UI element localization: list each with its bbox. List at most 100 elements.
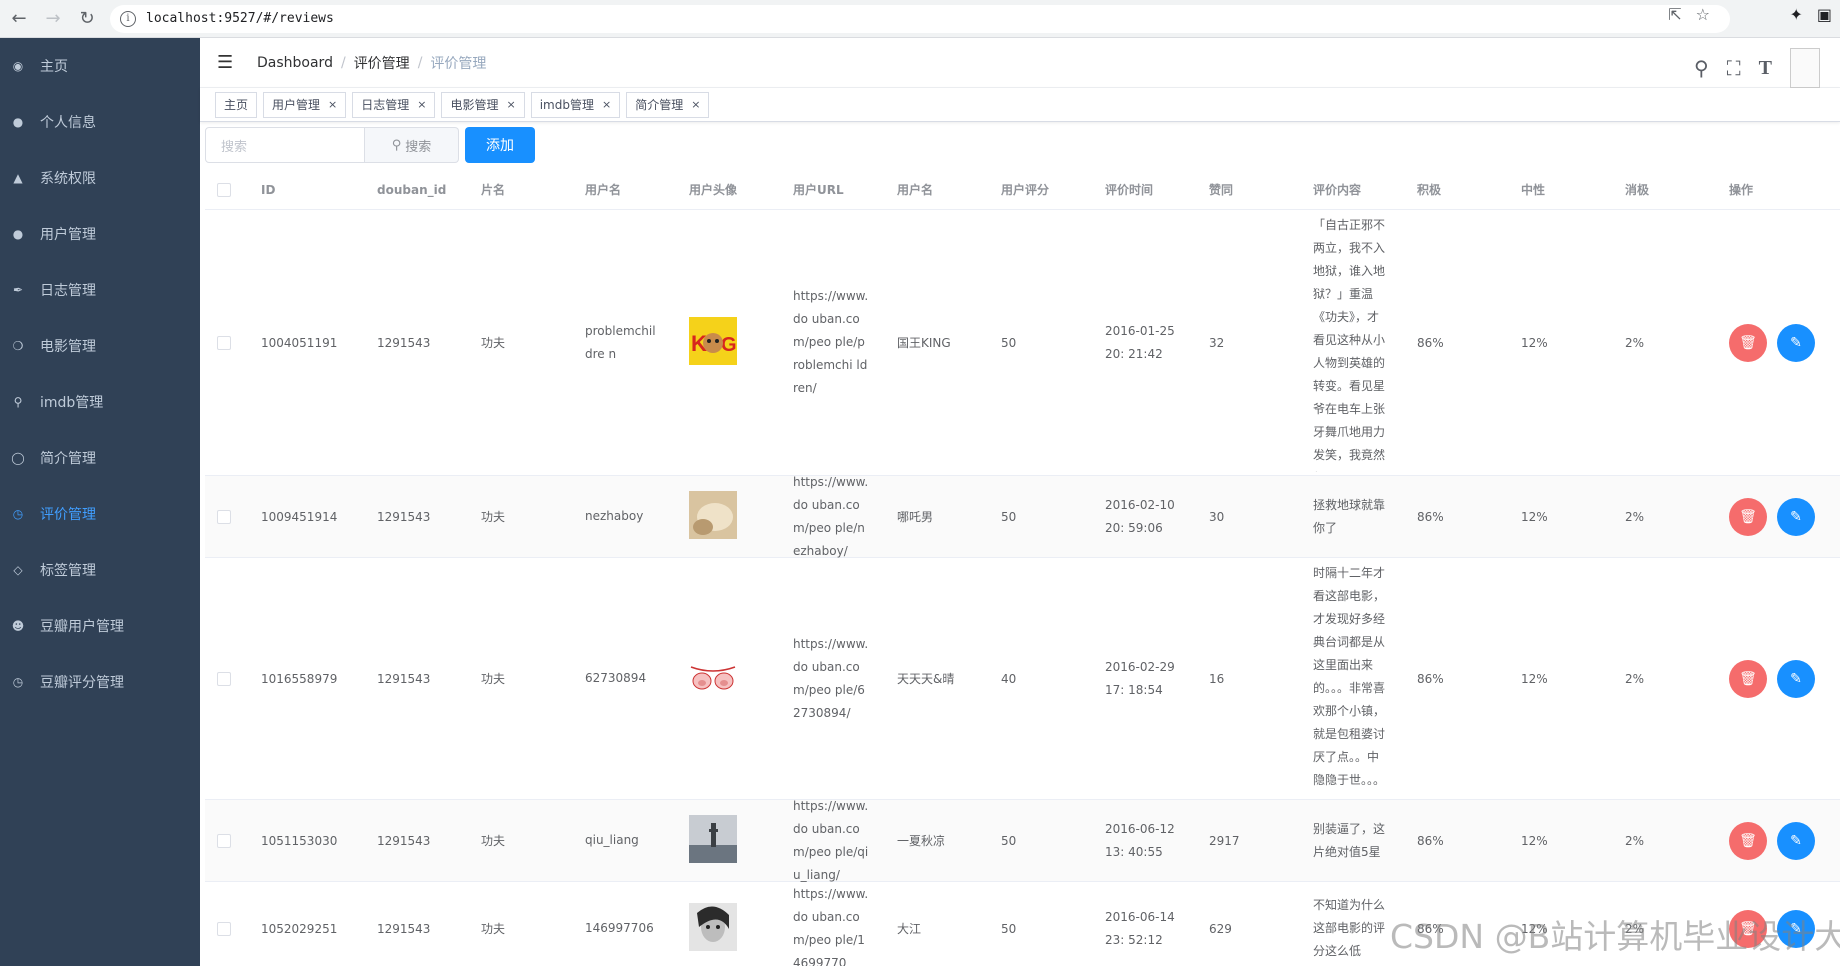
cell-votes: 2917 (1209, 833, 1240, 848)
address-bar[interactable]: i localhost:9527/#/reviews (110, 4, 1730, 33)
table-row[interactable]: 1004051191 1291543 功夫 problemchildre n K G htt… (205, 210, 1840, 476)
column-header: 用户URL (793, 183, 844, 197)
search-icon: ⚲ (391, 137, 402, 153)
edit-button[interactable]: ✎ (1777, 323, 1815, 362)
close-icon[interactable]: × (691, 98, 700, 111)
sidebar-item-label: 豆瓣评分管理 (40, 675, 124, 691)
sidebar-item-7[interactable]: ◯ 简介管理 (0, 430, 200, 486)
cell-douban_id: 1291543 (377, 335, 431, 350)
tag-5[interactable]: 简介管理 × (626, 91, 710, 118)
close-icon[interactable]: × (602, 98, 611, 111)
select-all-checkbox[interactable] (217, 182, 231, 197)
delete-button[interactable]: 🗑 (1729, 497, 1767, 536)
cell-nickname: 国王KING (897, 336, 951, 350)
delete-button[interactable]: 🗑 (1729, 659, 1767, 698)
forward-icon[interactable]: → (38, 4, 68, 34)
tag-0[interactable]: 主页 (215, 91, 258, 118)
cell-neg: 2% (1625, 833, 1645, 848)
cell-neu: 12% (1521, 509, 1548, 524)
cell-votes: 30 (1209, 509, 1225, 524)
sidebar-item-label: 日志管理 (40, 283, 96, 299)
sidebar-item-8[interactable]: ◷ 评价管理 (0, 486, 200, 542)
tag-2[interactable]: 日志管理 × (352, 91, 436, 118)
row-checkbox[interactable] (217, 833, 231, 848)
tag-3[interactable]: 电影管理 × (441, 91, 525, 118)
cell-douban_id: 1291543 (377, 833, 431, 848)
cell-votes: 16 (1209, 671, 1225, 686)
text-size-icon[interactable]: T (1759, 57, 1772, 80)
cell-douban_id: 1291543 (377, 671, 431, 686)
extensions-icon[interactable]: ✦ (1789, 5, 1802, 24)
edit-button[interactable]: ✎ (1777, 659, 1815, 698)
bookmark-star-icon[interactable]: ☆ (1696, 5, 1710, 24)
cell-id: 1016558979 (261, 671, 338, 686)
tag-4[interactable]: imdb管理 × (530, 91, 621, 118)
sidebar-item-5[interactable]: ❍ 电影管理 (0, 318, 200, 374)
share-icon[interactable]: ⇱ (1668, 5, 1681, 24)
close-icon[interactable]: × (328, 98, 337, 111)
back-icon[interactable]: ← (4, 4, 34, 34)
sidebar-item-label: 简介管理 (40, 451, 96, 467)
sidebar-item-0[interactable]: ◉ 主页 (0, 38, 200, 94)
search-placeholder: 搜索 (221, 139, 248, 155)
sidebar-item-6[interactable]: ⚲ imdb管理 (0, 374, 200, 430)
add-button[interactable]: 添加 (465, 127, 535, 163)
user-avatar-image: KG (689, 317, 737, 368)
cell-nickname: 天天天&晴 (897, 672, 955, 686)
row-checkbox[interactable] (217, 921, 231, 936)
table-row[interactable]: 1051153030 1291543 功夫 qiu_liang https://www.… (205, 799, 1840, 882)
table-row[interactable]: 1016558979 1291543 功夫 62730894 https://www.d… (205, 558, 1840, 800)
sidebar-item-label: 主页 (40, 59, 68, 75)
close-icon[interactable]: × (417, 98, 426, 111)
avatar[interactable] (1790, 48, 1820, 88)
tag-label: imdb管理 (539, 98, 594, 112)
hamburger-icon[interactable]: ☰ (217, 52, 237, 73)
cell-content: 「自古正邪不两立，我不入地狱，谁入地狱？」重温《功夫》，才看见这种从小人物到英雄… (1313, 217, 1386, 472)
breadcrumb-item-reviews[interactable]: 评价管理 (354, 53, 410, 73)
edit-button[interactable]: ✎ (1777, 821, 1815, 860)
sidebar-item-9[interactable]: ◇ 标签管理 (0, 542, 200, 598)
sidebar-item-4[interactable]: ✒ 日志管理 (0, 262, 200, 318)
table-header: ID douban_id 片名 用户名 用户头像 用户URL 用户名 用户评分 评价时间 赞同 评价… (205, 170, 1840, 210)
cell-title: 功夫 (481, 510, 506, 524)
sidebar-item-10[interactable]: ☻ 豆瓣用户管理 (0, 598, 200, 654)
cell-score: 50 (1001, 509, 1017, 524)
column-header: 片名 (481, 183, 506, 197)
cell-content: 拯救地球就靠你了 (1313, 497, 1386, 535)
cell-votes: 32 (1209, 335, 1225, 350)
sidebar: ◉ 主页 ● 个人信息 ▲ 系统权限 ● 用户管理 ✒ 日志管理 ❍ 电影管理 ⚲ imdb管理 ◯ 简介管理… (0, 38, 200, 966)
reload-icon[interactable]: ↻ (72, 4, 102, 34)
search-input[interactable]: 搜索 (205, 127, 365, 163)
sidebar-item-1[interactable]: ● 个人信息 (0, 94, 200, 150)
search-button[interactable]: ⚲ 搜索 (365, 127, 459, 163)
edit-button[interactable]: ✎ (1777, 497, 1815, 536)
column-header: 用户头像 (689, 183, 738, 197)
tag-1[interactable]: 用户管理 × (263, 91, 347, 118)
sidebar-item-label: 评价管理 (40, 507, 96, 523)
column-header: 评价时间 (1105, 183, 1154, 197)
table-row[interactable]: 1009451914 1291543 功夫 nezhaboy https://www.d… (205, 475, 1840, 558)
row-checkbox[interactable] (217, 335, 231, 350)
users-icon: ● (12, 227, 24, 241)
reviews-table: ID douban_id 片名 用户名 用户头像 用户URL 用户名 用户评分 评价时间 赞同 评价… (205, 170, 1840, 966)
column-header: 积极 (1417, 183, 1442, 197)
cell-nickname: 大江 (897, 922, 922, 936)
window-icon[interactable]: ▣ (1817, 5, 1832, 24)
cell-pos: 86% (1417, 335, 1444, 350)
delete-button[interactable]: 🗑 (1729, 323, 1767, 362)
row-checkbox[interactable] (217, 509, 231, 524)
sidebar-item-11[interactable]: ◷ 豆瓣评分管理 (0, 654, 200, 710)
delete-button[interactable]: 🗑 (1729, 821, 1767, 860)
sidebar-item-3[interactable]: ● 用户管理 (0, 206, 200, 262)
info-icon[interactable]: i (120, 10, 136, 27)
cell-id: 1009451914 (261, 509, 338, 524)
column-header: 中性 (1521, 183, 1546, 197)
close-icon[interactable]: × (507, 98, 516, 111)
cell-neu: 12% (1521, 671, 1548, 686)
row-checkbox[interactable] (217, 671, 231, 686)
tag-label: 日志管理 (361, 98, 410, 112)
search-icon[interactable]: ⚲ (1694, 56, 1709, 80)
breadcrumb-item-dashboard[interactable]: Dashboard (257, 55, 333, 71)
fullscreen-icon[interactable]: ⛶ (1727, 56, 1741, 80)
sidebar-item-2[interactable]: ▲ 系统权限 (0, 150, 200, 206)
